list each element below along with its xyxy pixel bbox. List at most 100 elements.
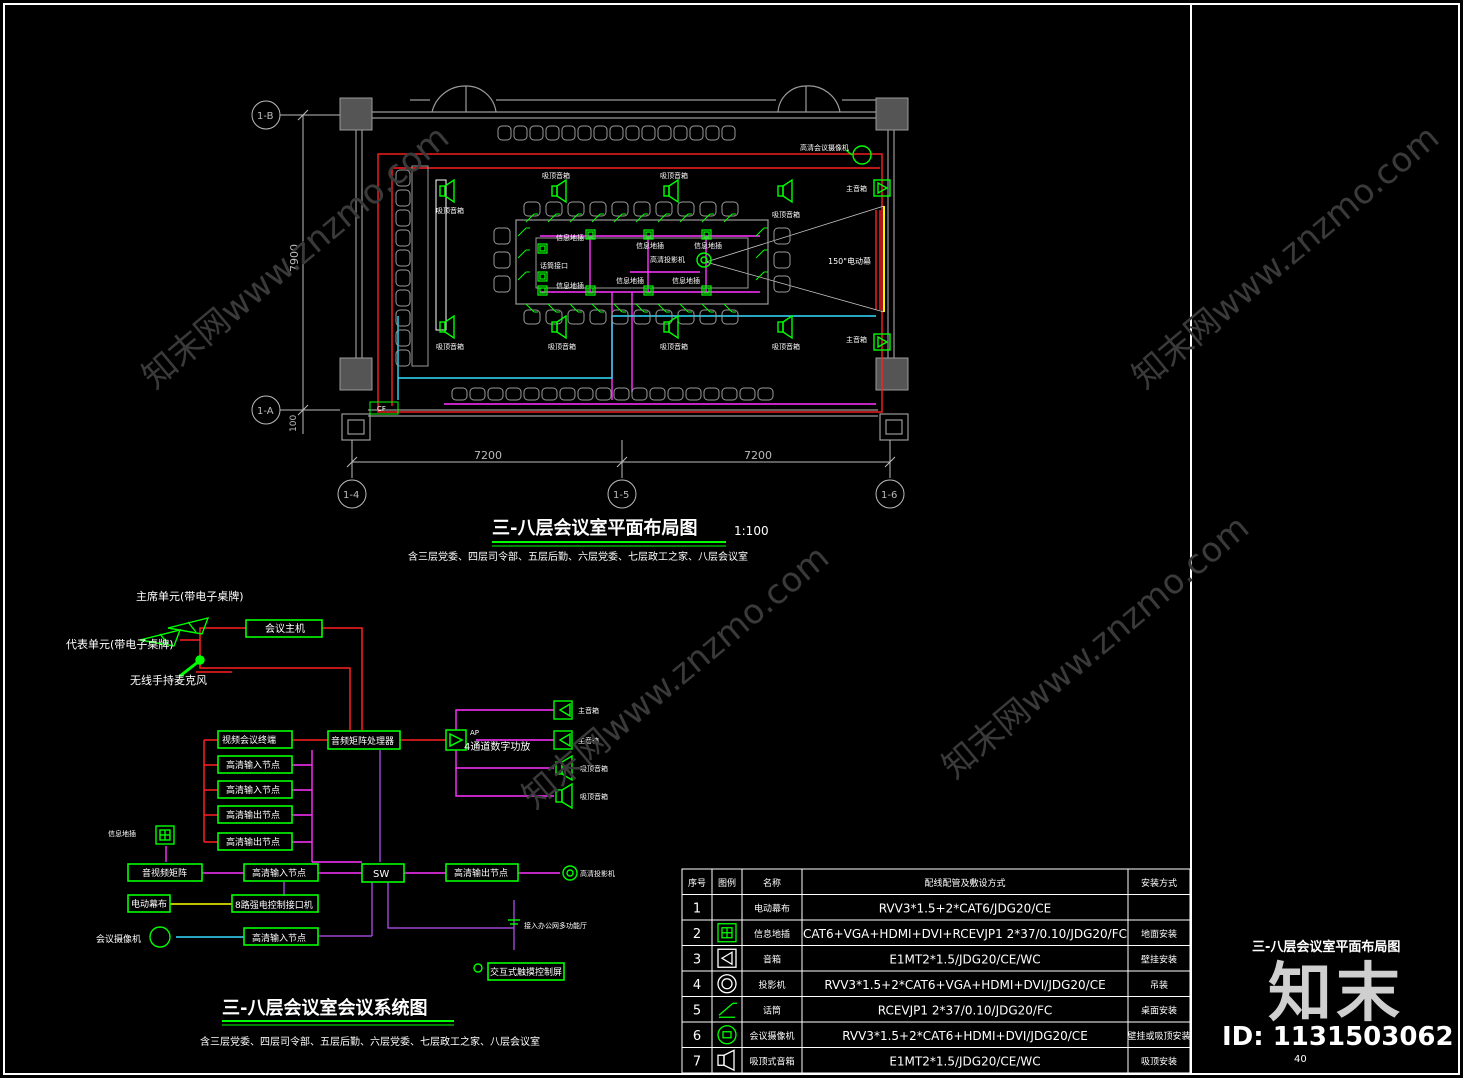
label-mic-interface: 话筒接口 <box>540 261 568 270</box>
front-row-chair <box>757 387 774 401</box>
legend-row-install: 吊装 <box>1150 979 1168 991</box>
label-hd-projector: 高清投影机 <box>650 255 685 264</box>
av-matrix-label: 音视频矩阵 <box>142 867 187 879</box>
back-row-chair <box>721 125 736 141</box>
system-title-block: 三-八层会议室会议系统图 含三层党委、四层司令部、五层后勤、六层党委、七层政工之… <box>200 997 540 1048</box>
dim-height: 7900 <box>288 244 301 272</box>
plan-scale: 1:100 <box>734 524 769 538</box>
legend-row-wiring: E1MT2*1.5/JDG20/CE/WC <box>889 953 1040 967</box>
plan-title-block: 三-八层会议室平面布局图 1:100 含三层党委、四层司令部、五层后勤、六层党委… <box>408 517 769 563</box>
label-screen: 150"电动幕 <box>828 256 871 266</box>
speaker-icon <box>717 948 737 968</box>
system-wires-purple <box>283 750 515 950</box>
front-row-chair <box>685 387 702 401</box>
hd-output-1-label: 高清输出节点 <box>226 809 280 821</box>
legend-row-number: 1 <box>693 902 701 917</box>
legend-row-wiring: RVV3*1.5+2*CAT6/JDG20/CE <box>879 902 1052 916</box>
side-chair <box>395 229 411 247</box>
legend-row-number: 4 <box>693 978 701 993</box>
front-row-chair <box>721 387 738 401</box>
system-wires-red <box>180 627 446 843</box>
hd-input-4-label: 高清输入节点 <box>252 932 306 944</box>
sw-label: SW <box>373 869 389 880</box>
hd-output-2-label: 高清输出节点 <box>226 836 280 848</box>
floor-box-icon <box>537 271 548 282</box>
ceiling-speaker-icon <box>663 178 679 204</box>
label-info-box-6: 信息地插 <box>672 276 700 285</box>
legend-header-cell: 图例 <box>718 877 736 889</box>
back-row-chair <box>641 125 656 141</box>
front-row-chair <box>559 387 576 401</box>
legend-row-wiring: RVV3*1.5+2*CAT6+VGA+HDMI+DVI/JDG20/CE <box>824 978 1105 992</box>
microphone-icon <box>679 213 692 223</box>
front-row-chair <box>451 387 468 401</box>
label-info-box-1: 信息地插 <box>556 233 584 242</box>
side-chair <box>395 249 411 267</box>
projector-icon <box>562 865 578 881</box>
axis-label-1b: 1-B <box>257 111 274 122</box>
dim-span-right: 7200 <box>744 449 772 462</box>
front-row-chair <box>523 387 540 401</box>
network-note: 接入办公网多功能厅 <box>524 921 587 930</box>
label-info-box-2: 信息地插 <box>636 241 664 250</box>
label-hd-camera: 高清会议摄像机 <box>800 143 849 152</box>
axis-label-1-4: 1-4 <box>343 490 359 501</box>
ceiling-speaker-icon <box>777 314 793 340</box>
axis-label-1-6: 1-6 <box>881 490 897 501</box>
legend-row-number: 2 <box>693 927 701 942</box>
legend-row-number: 3 <box>693 953 701 968</box>
legend-header-cell: 安装方式 <box>1141 877 1177 889</box>
audio-matrix-label: 音频矩阵处理器 <box>331 735 394 747</box>
microphone-icon <box>591 303 604 313</box>
label-info-box-4: 信息地插 <box>556 281 584 290</box>
ceiling-speaker-icon <box>551 178 567 204</box>
front-row-chair <box>595 387 612 401</box>
front-row-chair <box>541 387 558 401</box>
camera-icon <box>845 145 872 165</box>
image-id-text: ID: 1131503062 <box>1222 1022 1454 1052</box>
legend-row-install: 吸顶安装 <box>1141 1056 1177 1068</box>
label-ceiling-spk-3: 吸顶音箱 <box>660 171 688 180</box>
microphone-icon <box>613 303 626 313</box>
delegate-unit-label: 代表单元(带电子桌牌) <box>66 637 174 651</box>
label-ceiling-spk-4: 吸顶音箱 <box>772 210 800 219</box>
microphone-icon <box>635 303 648 313</box>
back-row-chair <box>561 125 576 141</box>
microphone-icon <box>547 303 560 313</box>
microphone-icon <box>517 227 530 237</box>
camera-icon <box>149 926 171 948</box>
ceiling-speaker-icon <box>439 178 455 204</box>
floor-box-icon <box>537 243 548 254</box>
legend-row-wiring: RCEVJP1 2*37/0.10/JDG20/FC <box>878 1004 1053 1018</box>
floor-box-icon <box>717 923 737 943</box>
back-row-chair <box>545 125 560 141</box>
wireless-mic-label: 无线手持麦克风 <box>130 673 207 687</box>
microphone-icon <box>679 303 692 313</box>
camera-icon <box>717 1025 737 1045</box>
microphone-icon <box>718 1002 737 1018</box>
plan-cable-cyan <box>397 315 876 400</box>
legend-row-wiring: RVV3*1.5+2*CAT6+HDMI+DVI/JDG20/CE <box>842 1029 1088 1043</box>
side-chair <box>395 169 411 187</box>
legend-row-number: 5 <box>693 1004 701 1019</box>
microphone-icon <box>755 227 768 237</box>
legend-header-cell: 名称 <box>763 877 781 889</box>
front-row-chair <box>613 387 630 401</box>
legend-row-name: 投影机 <box>758 979 785 991</box>
label-ceiling-spk-1: 吸顶音箱 <box>436 206 464 215</box>
table-chair-left <box>493 251 511 269</box>
back-row-chair <box>513 125 528 141</box>
microphone-icon <box>723 303 736 313</box>
ceiling-speaker-icon <box>551 314 567 340</box>
back-row-chair <box>625 125 640 141</box>
label-info-box-3: 信息地插 <box>694 241 722 250</box>
back-row-chair <box>689 125 704 141</box>
legend-row-install: 壁挂安装 <box>1141 954 1177 966</box>
microphone-icon <box>517 271 530 281</box>
legend-row-install: 桌面安装 <box>1141 1005 1177 1017</box>
front-row-chair <box>667 387 684 401</box>
side-chair <box>395 209 411 227</box>
legend-table: 序号 图例 名称 配线配管及敷设方式 安装方式 1 电动幕布 RVV3*1.5+2*CAT6/… <box>681 868 1191 1074</box>
microphone-icon <box>591 213 604 223</box>
label-ceiling-spk-7: 吸顶音箱 <box>660 342 688 351</box>
